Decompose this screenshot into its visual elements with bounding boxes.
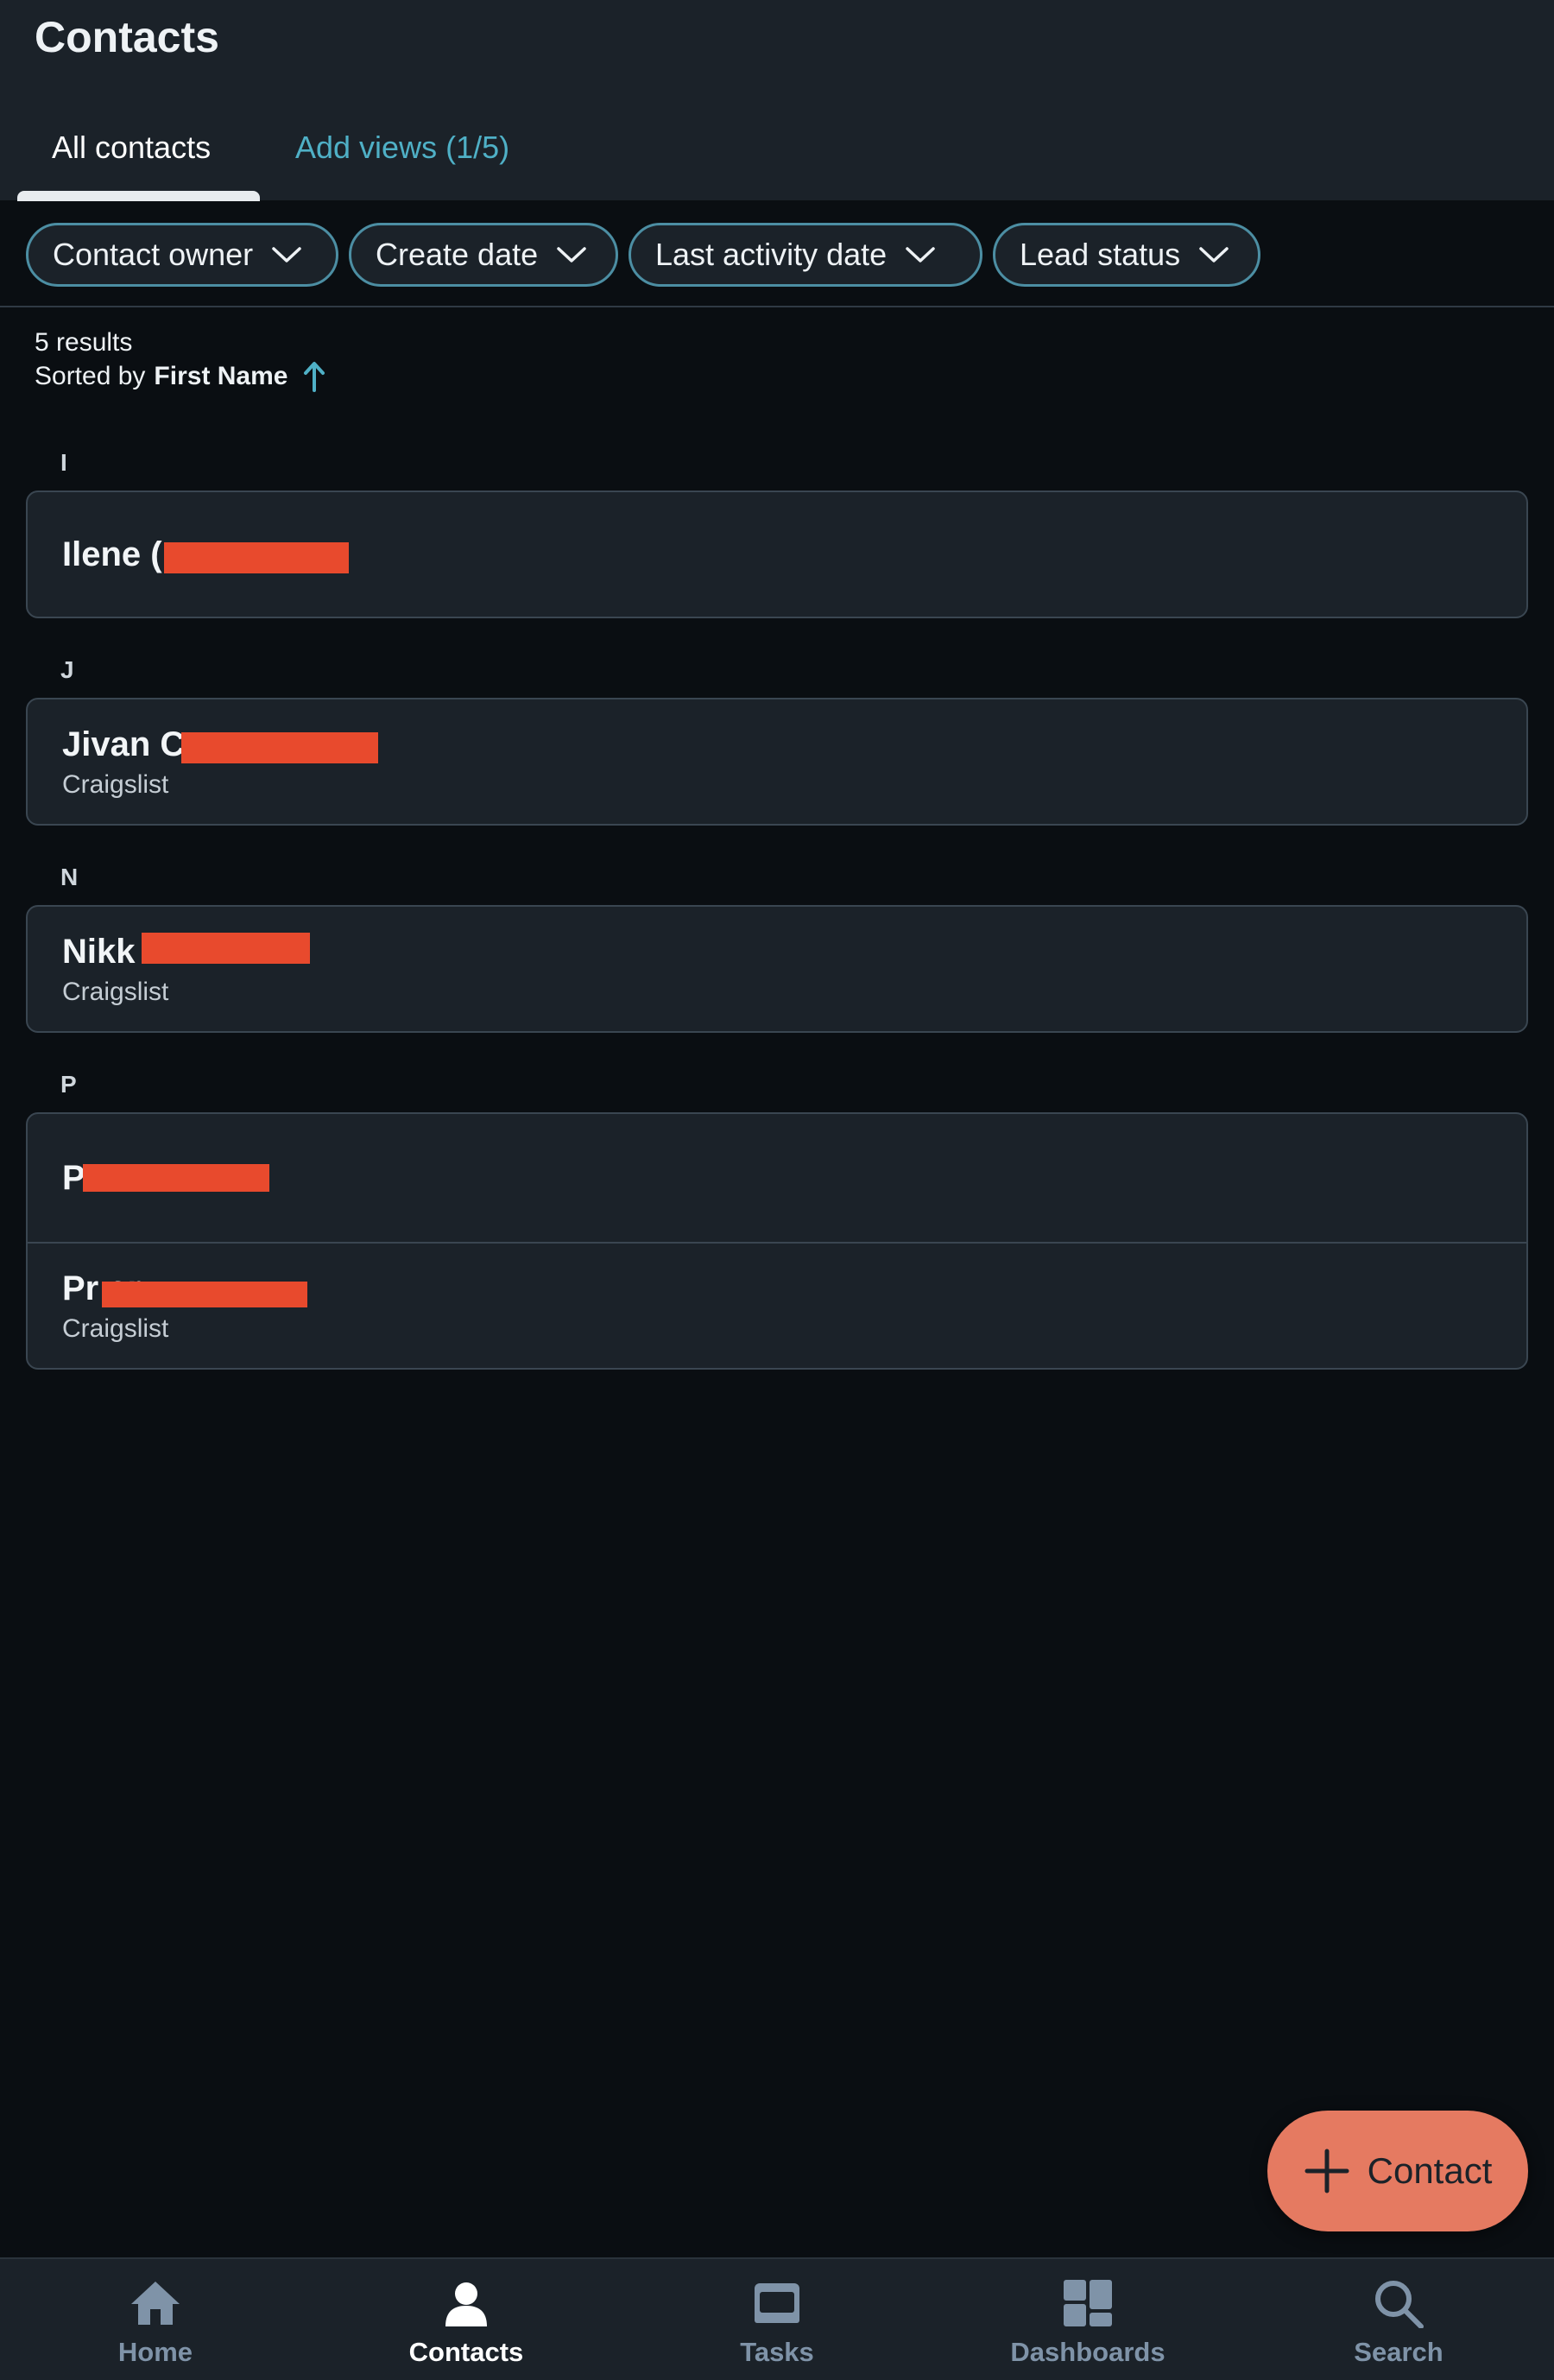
sort-indicator[interactable]: Sorted by First Name — [35, 361, 325, 392]
filter-lead-status[interactable]: Lead status — [993, 223, 1260, 287]
redaction-bar — [142, 933, 310, 964]
filter-contact-owner[interactable]: Contact owner — [26, 223, 338, 287]
person-icon — [445, 2282, 487, 2326]
group-letter: I — [60, 449, 67, 476]
tab-add-views[interactable]: Add views (1/5) — [295, 130, 509, 166]
contact-row[interactable]: P — [28, 1114, 1526, 1242]
add-contact-button[interactable]: Contact — [1267, 2111, 1528, 2231]
contact-card: Jivan C Craigslist — [26, 698, 1528, 826]
contact-source: Craigslist — [62, 770, 169, 799]
filter-last-activity-date[interactable]: Last activity date — [629, 223, 982, 287]
filter-label: Last activity date — [655, 237, 888, 272]
results-count: 5 results — [35, 328, 133, 357]
chevron-down-icon — [557, 247, 586, 263]
filter-label: Create date — [376, 237, 539, 272]
nav-label: Home — [117, 2337, 193, 2367]
home-icon — [131, 2282, 180, 2325]
filter-label: Lead status — [1020, 237, 1181, 272]
sort-prefix: Sorted by — [35, 362, 146, 390]
add-contact-label: Contact — [1367, 2150, 1493, 2191]
group-letter: P — [60, 1071, 77, 1098]
bottom-nav: Home Contacts Tasks Dashboards Search — [0, 2257, 1554, 2380]
page-title: Contacts — [35, 13, 219, 61]
nav-contacts[interactable]: Contacts — [311, 2259, 622, 2380]
contact-row[interactable]: Jivan C Craigslist — [28, 699, 1526, 826]
contact-row[interactable]: Nikk d Craigslist — [28, 907, 1526, 1033]
redaction-bar — [181, 732, 378, 763]
redaction-bar — [83, 1164, 269, 1192]
contact-row[interactable]: Ilene ( — [28, 492, 1526, 618]
contact-card: Nikk d Craigslist — [26, 905, 1528, 1033]
group-letter: N — [60, 864, 79, 890]
contact-name: P — [62, 1159, 85, 1197]
tab-all-contacts[interactable]: All contacts — [52, 130, 211, 166]
nav-tasks[interactable]: Tasks — [622, 2259, 932, 2380]
nav-home[interactable]: Home — [0, 2259, 311, 2380]
arrow-up-icon — [304, 362, 325, 392]
nav-label: Dashboards — [1010, 2337, 1166, 2367]
search-icon — [1375, 2281, 1424, 2328]
group-letter: J — [60, 656, 74, 683]
filter-create-date[interactable]: Create date — [349, 223, 618, 287]
nav-label: Search — [1354, 2337, 1443, 2367]
dashboard-icon — [1064, 2280, 1112, 2326]
contact-source: Craigslist — [62, 1314, 169, 1343]
chevron-down-icon — [906, 247, 935, 263]
active-tab-indicator — [17, 191, 260, 201]
nav-search[interactable]: Search — [1243, 2259, 1554, 2380]
filter-label: Contact owner — [53, 237, 254, 272]
nav-dashboards[interactable]: Dashboards — [932, 2259, 1243, 2380]
contact-row[interactable]: Pr er Craigslist — [28, 1242, 1526, 1370]
contact-source: Craigslist — [62, 978, 169, 1006]
chevron-down-icon — [1199, 247, 1229, 263]
nav-label: Contacts — [408, 2337, 524, 2367]
nav-label: Tasks — [740, 2337, 814, 2367]
filter-bar: Contact owner Create date Last activity … — [0, 201, 1554, 307]
tasks-icon — [755, 2283, 799, 2323]
contact-card: P Pr er Craigslist — [26, 1112, 1528, 1370]
chevron-down-icon — [272, 247, 301, 263]
sort-field: First Name — [154, 362, 288, 390]
app-header: Contacts All contacts Add views (1/5) — [0, 0, 1554, 201]
redaction-bar — [164, 542, 349, 573]
redaction-bar — [102, 1282, 307, 1307]
contact-name: Jivan C — [62, 725, 186, 763]
plus-icon — [1304, 2149, 1349, 2193]
contact-card: Ilene ( — [26, 491, 1528, 618]
contact-name: Ilene ( — [62, 535, 162, 573]
